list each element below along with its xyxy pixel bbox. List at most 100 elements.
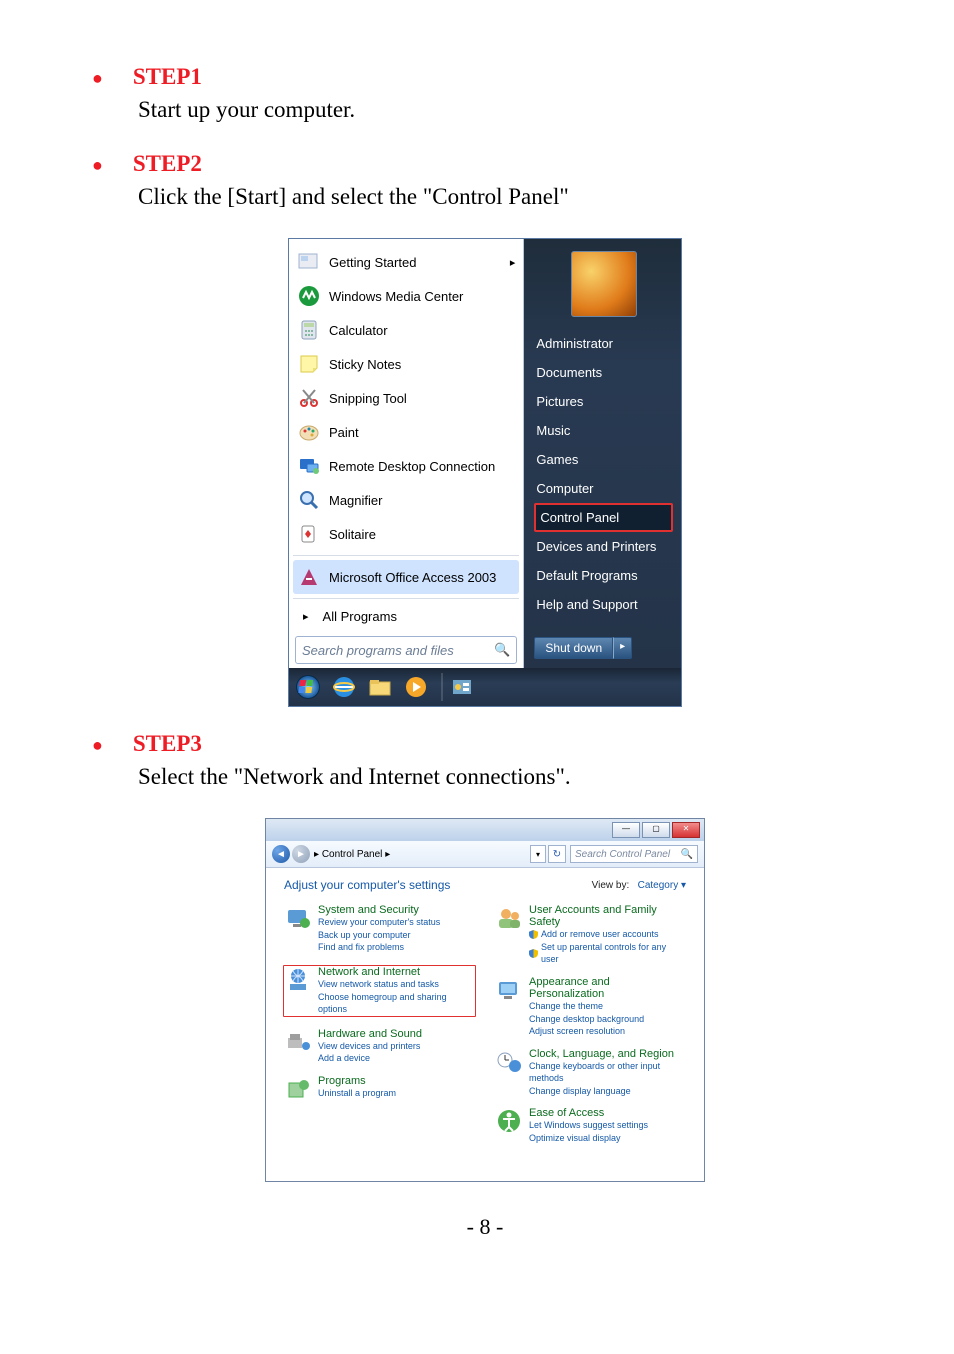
step2-desc: Click the [Start] and select the "Contro… [138,181,878,212]
cp-search-input[interactable]: Search Control Panel 🔍 [570,845,698,863]
breadcrumb[interactable]: ▸ Control Panel ▸ [314,849,390,860]
shield-icon [529,949,538,958]
breadcrumb-item: Control Panel [322,849,383,860]
taskbar [289,668,681,706]
menu-item-rdc[interactable]: Remote Desktop Connection [293,449,519,483]
taskbar-app-icon[interactable] [447,673,477,701]
cat-programs[interactable]: Programs Uninstall a program [284,1075,475,1103]
cat-ease-of-access[interactable]: Ease of Access Let Windows suggest setti… [495,1107,686,1144]
rlink-pictures[interactable]: Pictures [534,387,673,416]
submenu-arrow-icon: ▸ [510,256,516,269]
window-maximize-button[interactable]: ▢ [642,822,670,838]
cat-user-accounts[interactable]: User Accounts and Family Safety Add or r… [495,904,686,966]
taskbar-ie-icon[interactable] [329,673,359,701]
cat-appearance[interactable]: Appearance and Personalization Change th… [495,976,686,1038]
refresh-button[interactable]: ↻ [548,845,566,863]
menu-item-wmc[interactable]: Windows Media Center [293,279,519,313]
user-name-label[interactable]: Administrator [534,329,673,358]
view-by-value: Category ▾ [638,880,686,891]
ease-of-access-icon [495,1107,523,1135]
snipping-tool-icon [297,386,321,410]
rlink-computer[interactable]: Computer [534,474,673,503]
cat-sub[interactable]: Optimize visual display [529,1132,648,1145]
window-minimize-button[interactable]: — [612,822,640,838]
system-security-icon [284,904,312,932]
menu-item-label: Remote Desktop Connection [329,459,515,474]
cat-sub[interactable]: Change the theme [529,1000,686,1013]
nav-forward-button[interactable]: ► [292,845,310,863]
cat-system-security[interactable]: System and Security Review your computer… [284,904,475,954]
cat-sub[interactable]: Back up your computer [318,929,440,942]
rlink-games[interactable]: Games [534,445,673,474]
step1-desc: Start up your computer. [138,94,878,125]
shutdown-button[interactable]: Shut down [534,637,613,659]
step3-desc: Select the "Network and Internet connect… [138,761,878,792]
magnifier-icon [297,488,321,512]
rdc-icon [297,454,321,478]
menu-item-snipping-tool[interactable]: Snipping Tool [293,381,519,415]
view-by-control[interactable]: View by: Category ▾ [592,880,686,891]
all-programs-item[interactable]: ▸ All Programs [293,603,519,630]
rlink-devices[interactable]: Devices and Printers [534,532,673,561]
cat-sub[interactable]: Set up parental controls for any user [529,941,686,966]
cat-sub[interactable]: Let Windows suggest settings [529,1119,648,1132]
rlink-help[interactable]: Help and Support [534,590,673,619]
cat-sub[interactable]: Choose homegroup and sharing options [318,991,475,1016]
menu-item-sticky-notes[interactable]: Sticky Notes [293,347,519,381]
shutdown-row: Shut down ▸ [534,637,673,659]
cat-sub[interactable]: Adjust screen resolution [529,1025,686,1038]
sticky-notes-icon [297,352,321,376]
cat-sub[interactable]: Change keyboards or other input methods [529,1060,686,1085]
rlink-documents[interactable]: Documents [534,358,673,387]
cat-sub[interactable]: Uninstall a program [318,1087,396,1100]
paint-icon [297,420,321,444]
taskbar-explorer-icon[interactable] [365,673,395,701]
cat-title: Clock, Language, and Region [529,1048,686,1060]
rlink-default[interactable]: Default Programs [534,561,673,590]
window-close-button[interactable]: ✕ [672,822,700,838]
user-avatar[interactable] [571,251,637,317]
calculator-icon [297,318,321,342]
menu-item-paint[interactable]: Paint [293,415,519,449]
cat-sub[interactable]: Change desktop background [529,1013,686,1026]
nav-back-button[interactable]: ◄ [272,845,290,863]
address-history-button[interactable]: ▾ [530,845,546,863]
cat-sub[interactable]: View network status and tasks [318,978,475,991]
cat-sub[interactable]: Review your computer's status [318,916,440,929]
start-search-input[interactable]: Search programs and files 🔍 [295,636,517,664]
cat-clock-language[interactable]: Clock, Language, and Region Change keybo… [495,1048,686,1098]
cat-hardware-sound[interactable]: Hardware and Sound View devices and prin… [284,1028,475,1065]
cp-heading: Adjust your computer's settings [284,878,450,892]
start-orb-icon[interactable] [293,673,323,701]
cat-network-internet[interactable]: Network and Internet View network status… [282,964,477,1018]
bullet-icon: ● [92,735,103,756]
breadcrumb-sep-icon: ▸ [385,849,390,860]
breadcrumb-sep-icon: ▸ [314,849,319,860]
shutdown-options-button[interactable]: ▸ [613,637,632,659]
rlink-control-panel[interactable]: Control Panel [534,503,673,532]
cat-sub[interactable]: View devices and printers [318,1040,422,1053]
menu-item-label: Microsoft Office Access 2003 [329,570,515,585]
page-number: - 8 - [92,1214,878,1240]
cat-sub[interactable]: Find and fix problems [318,941,440,954]
cat-sub[interactable]: Change display language [529,1085,686,1098]
rlink-music[interactable]: Music [534,416,673,445]
wmc-icon [297,284,321,308]
cat-sub[interactable]: Add or remove user accounts [529,928,686,941]
taskbar-wmp-icon[interactable] [401,673,431,701]
menu-item-solitaire[interactable]: Solitaire [293,517,519,551]
bullet-icon: ● [92,155,103,176]
menu-item-magnifier[interactable]: Magnifier [293,483,519,517]
step3-heading: ● STEP3 [92,731,878,757]
menu-item-label: Magnifier [329,493,515,508]
clock-language-icon [495,1048,523,1076]
cat-sub[interactable]: Add a device [318,1052,422,1065]
all-programs-arrow-icon: ▸ [303,610,309,623]
menu-item-access[interactable]: Microsoft Office Access 2003 [293,560,519,594]
menu-item-label: Sticky Notes [329,357,515,372]
cat-title: Programs [318,1075,396,1087]
menu-separator [293,555,519,556]
menu-item-getting-started[interactable]: Getting Started ▸ [293,245,519,279]
menu-item-calculator[interactable]: Calculator [293,313,519,347]
step2-heading: ● STEP2 [92,151,878,177]
